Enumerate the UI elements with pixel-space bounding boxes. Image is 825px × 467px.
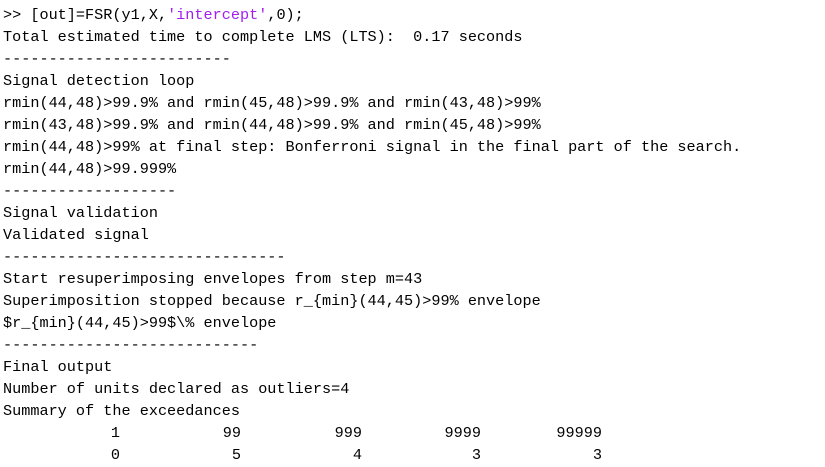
output-line: Start resuperimposing envelopes from ste… — [3, 270, 423, 288]
table-value-cell: 3 — [471, 446, 481, 464]
table-value-cell: 5 — [231, 446, 241, 464]
command-line[interactable]: >> [out]=FSR(y1,X,'intercept',0); — [3, 4, 304, 26]
table-header-cell: 99 — [222, 424, 241, 442]
table-header-cell: 1 — [110, 424, 120, 442]
prompt: >> — [3, 6, 31, 24]
separator-line: ------------------------------- — [3, 248, 286, 266]
table-value-cell: 4 — [352, 446, 362, 464]
table-value-cell: 0 — [110, 446, 120, 464]
output-line: rmin(43,48)>99.9% and rmin(44,48)>99.9% … — [3, 116, 541, 134]
output-line: rmin(44,48)>99.999% — [3, 160, 177, 178]
output-line: Validated signal — [3, 226, 149, 244]
output-line: rmin(44,48)>99% at final step: Bonferron… — [3, 138, 742, 156]
output-line: Final output — [3, 358, 113, 376]
output-line: Number of units declared as outliers=4 — [3, 380, 350, 398]
command-code: [out]=FSR(y1,X, — [30, 6, 168, 24]
command-string-arg: 'intercept' — [167, 6, 268, 24]
separator-line: ------------------------- — [3, 50, 231, 68]
table-header-cell: 999 — [334, 424, 362, 442]
separator-line: ------------------- — [3, 182, 177, 200]
output-line: $r_{min}(44,45)>99$\% envelope — [3, 314, 277, 332]
separator-line: ---------------------------- — [3, 336, 259, 354]
table-value-cell: 3 — [592, 446, 602, 464]
output-line: Summary of the exceedances — [3, 402, 240, 420]
output-line: Signal detection loop — [3, 72, 195, 90]
output-line: Total estimated time to complete LMS (LT… — [3, 28, 523, 46]
output-line: rmin(44,48)>99.9% and rmin(45,48)>99.9% … — [3, 94, 541, 112]
table-header-cell: 9999 — [444, 424, 481, 442]
table-header-cell: 99999 — [556, 424, 602, 442]
command-code-end: ,0); — [267, 6, 304, 24]
command-window[interactable]: >> [out]=FSR(y1,X,'intercept',0); Total … — [0, 0, 825, 467]
output-line: Superimposition stopped because r_{min}(… — [3, 292, 541, 310]
output-line: Signal validation — [3, 204, 158, 222]
